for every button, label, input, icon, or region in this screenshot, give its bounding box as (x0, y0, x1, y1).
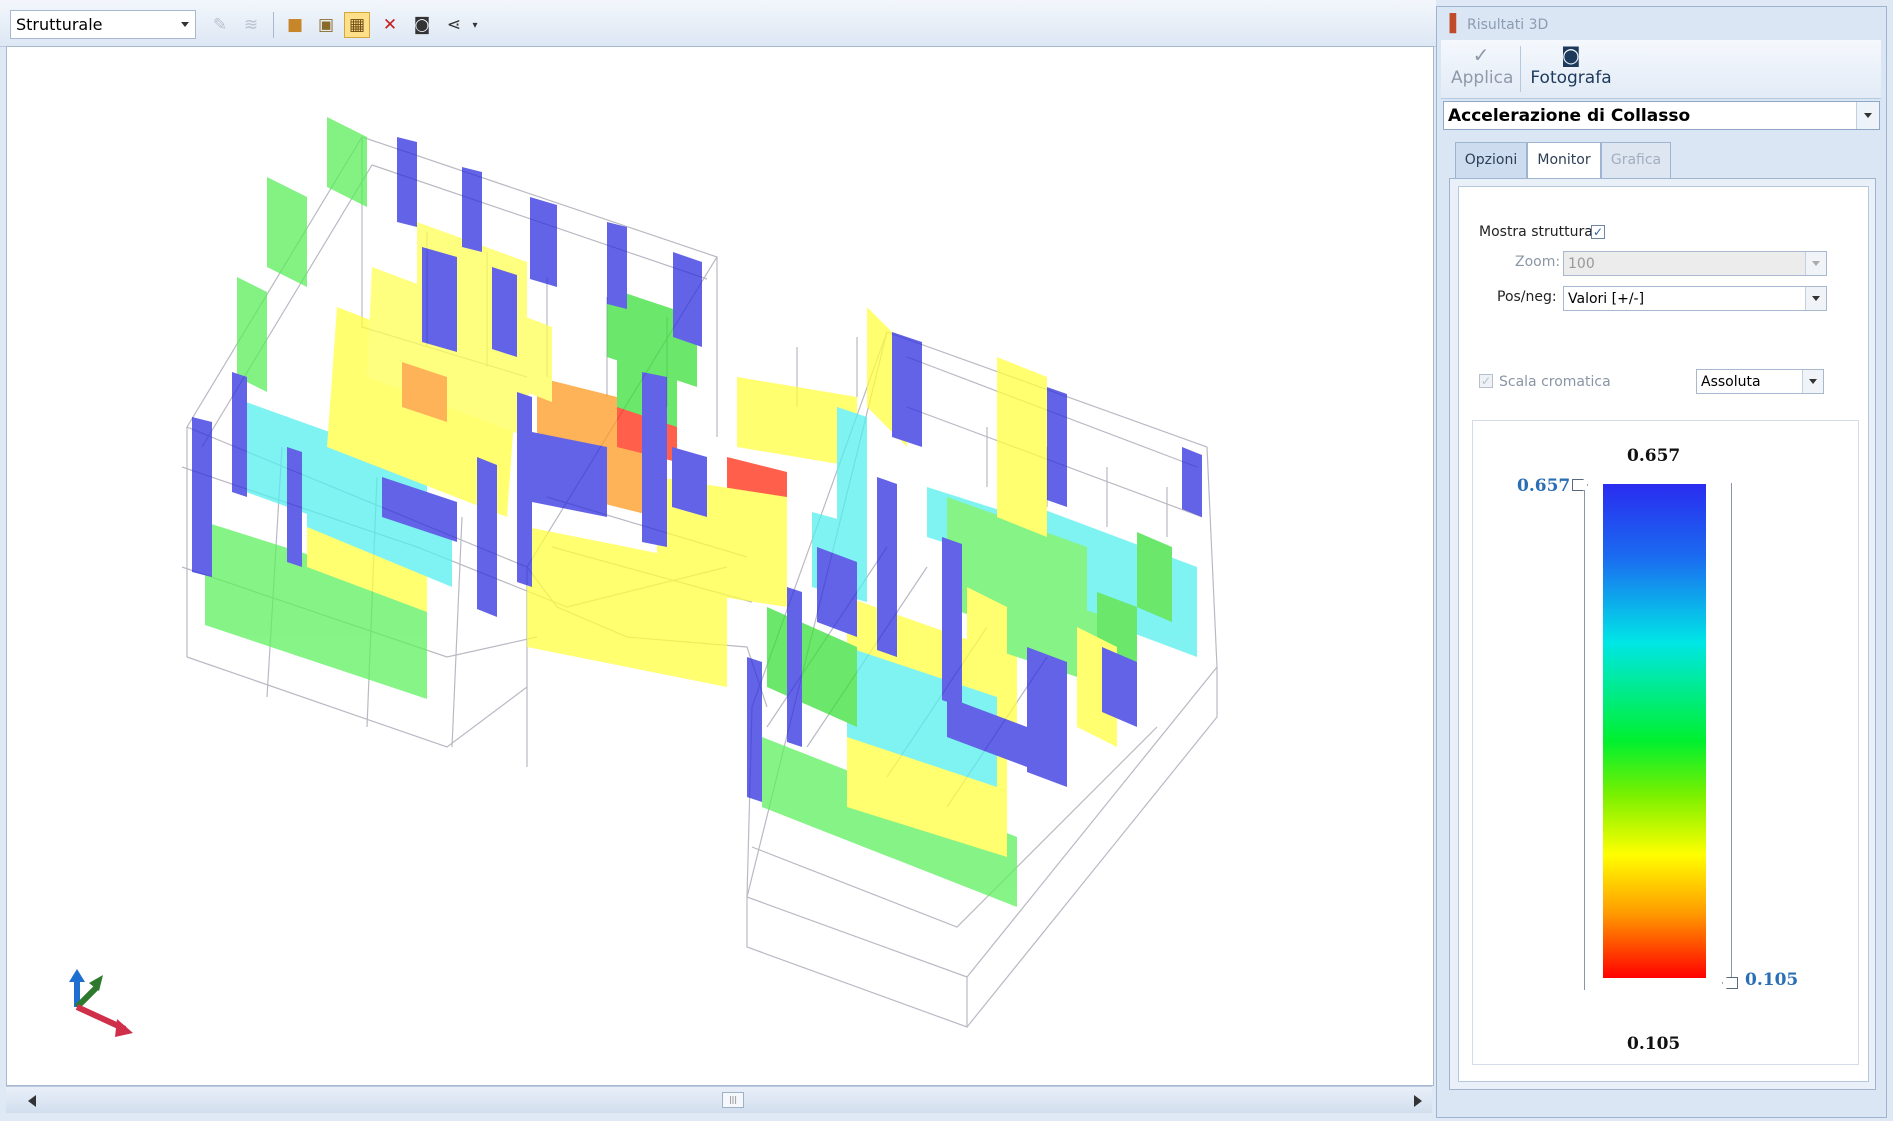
delete-results-icon[interactable]: ✕ (377, 12, 403, 38)
checkmark-icon: ✓ (1472, 43, 1490, 67)
tab-opzioni[interactable]: Opzioni (1455, 142, 1527, 178)
scroll-left-icon[interactable] (28, 1095, 36, 1107)
apply-button[interactable]: ✓ Applica (1451, 40, 1513, 98)
legend-max-value: 0.657 (1627, 446, 1681, 466)
panel-title: ▐ Risultati 3D (1443, 14, 1549, 34)
show-structure-checkbox[interactable]: ✓ (1591, 225, 1605, 239)
lower-slider-track (1731, 483, 1732, 983)
ribbon-separator (1520, 46, 1521, 92)
legend-min-value: 0.105 (1627, 1034, 1681, 1054)
chevron-down-icon (181, 22, 189, 27)
structure-3d-model[interactable] (7, 47, 1433, 1085)
horizontal-scrollbar[interactable]: ||| (6, 1086, 1432, 1113)
analysis-type-select[interactable]: Accelerazione di Collasso (1443, 101, 1880, 130)
axis-gizmo-icon (69, 969, 133, 1037)
pencil-icon[interactable]: ✎ (207, 12, 233, 38)
color-scale-select[interactable]: Assoluta (1696, 369, 1824, 394)
chevron-down-icon (1805, 252, 1826, 275)
panel-ribbon: ✓ Applica ◙ Fotografa (1441, 40, 1881, 99)
camera-icon: ◙ (1561, 43, 1581, 67)
color-scale-checkbox: ✓ (1479, 374, 1493, 388)
chart-icon: ▐ (1443, 14, 1457, 34)
camera-icon[interactable]: ◙ (409, 12, 435, 38)
3d-viewport[interactable] (6, 46, 1434, 1086)
wireframe-view-icon[interactable]: ▣ (313, 12, 339, 38)
color-gradient-bar (1603, 484, 1706, 978)
scroll-thumb[interactable]: ||| (722, 1092, 744, 1108)
chevron-down-icon[interactable] (1802, 370, 1823, 393)
solid-view-icon[interactable]: ■ (282, 12, 308, 38)
scroll-right-icon[interactable] (1414, 1095, 1422, 1107)
share-icon[interactable]: ⋖ (441, 12, 467, 38)
layers-icon[interactable]: ≋ (238, 12, 264, 38)
section-view-icon[interactable]: ▦ (344, 12, 370, 38)
upper-slider-value: 0.657 (1517, 476, 1571, 496)
upper-slider-track (1584, 490, 1585, 990)
view-type-value: Strutturale (16, 15, 103, 34)
lower-slider-value: 0.105 (1745, 970, 1799, 990)
chevron-down-icon[interactable] (1805, 287, 1826, 310)
color-scale-label: Scala cromatica (1499, 374, 1611, 390)
chevron-down-icon[interactable] (1856, 102, 1879, 129)
zoom-label: Zoom: (1515, 254, 1561, 270)
toolbar-separator (273, 12, 274, 38)
tab-grafica[interactable]: Grafica (1601, 142, 1671, 178)
zoom-select: 100 (1563, 251, 1827, 276)
more-chevron-icon[interactable]: ▾ (468, 12, 482, 38)
view-type-select[interactable]: Strutturale (10, 10, 196, 39)
posneg-select[interactable]: Valori [+/-] (1563, 286, 1827, 311)
tab-monitor[interactable]: Monitor (1527, 142, 1601, 180)
photo-button[interactable]: ◙ Fotografa (1526, 40, 1616, 98)
show-structure-label: Mostra struttura (1479, 224, 1593, 240)
posneg-label: Pos/neg: (1497, 289, 1557, 305)
